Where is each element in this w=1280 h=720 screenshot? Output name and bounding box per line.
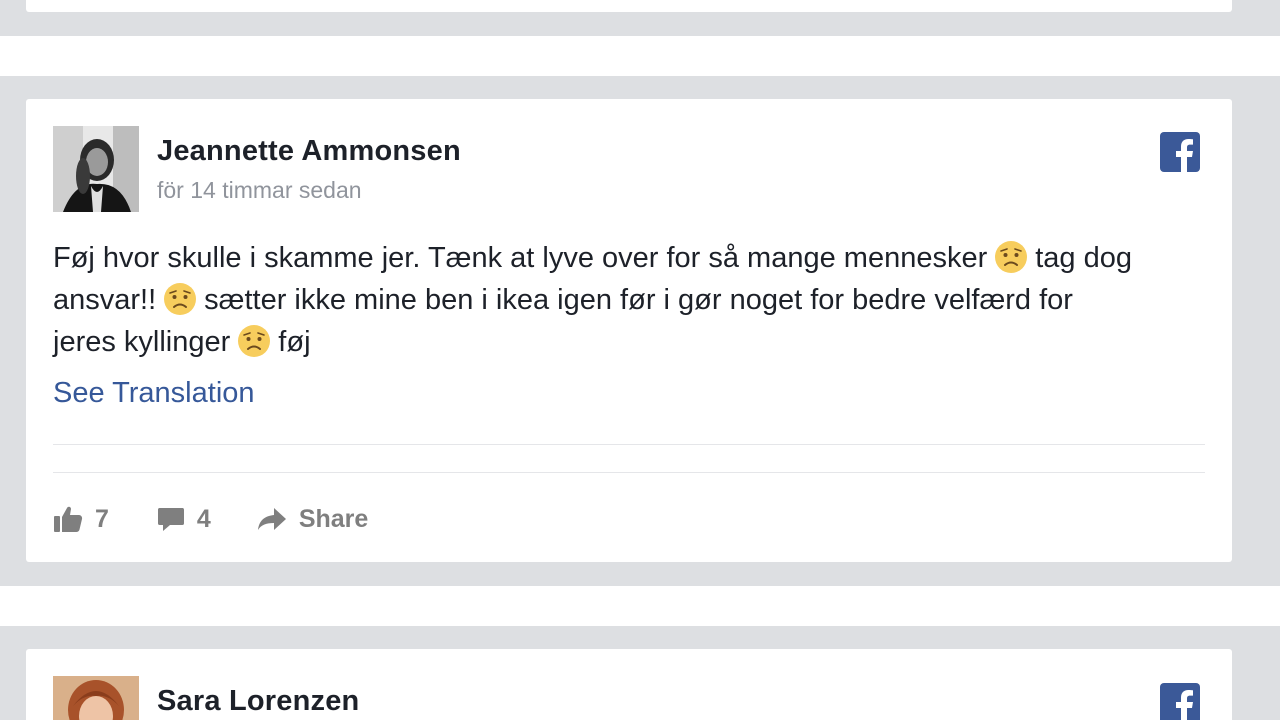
post-text-line-3: jeres kyllinger føj bbox=[53, 321, 1223, 363]
post-author-name[interactable]: Jeannette Ammonsen bbox=[157, 135, 461, 168]
thumbs-up-icon bbox=[53, 505, 83, 533]
facebook-logo-icon[interactable] bbox=[1160, 683, 1200, 720]
post-text-segment: sætter ikke mine ben i ikea igen før i g… bbox=[204, 284, 1073, 316]
post-text-segment: ansvar!! bbox=[53, 284, 157, 316]
worried-face-emoji-icon bbox=[236, 323, 272, 359]
worried-face-emoji-icon bbox=[162, 281, 198, 317]
next-post-card: Sara Lorenzen bbox=[26, 649, 1232, 720]
divider bbox=[53, 444, 1205, 445]
post-author-name[interactable]: Sara Lorenzen bbox=[157, 685, 359, 718]
like-button[interactable]: 7 bbox=[53, 505, 109, 534]
previous-post-card bbox=[26, 0, 1232, 12]
comment-bubble-icon bbox=[157, 505, 185, 533]
post-text-segment: tag dog bbox=[1035, 242, 1133, 274]
like-count: 7 bbox=[95, 504, 109, 533]
post-card: Jeannette Ammonsen för 14 timmar sedan F… bbox=[26, 99, 1232, 562]
avatar[interactable] bbox=[53, 126, 139, 212]
post-text-segment: jeres kyllinger bbox=[53, 326, 231, 358]
comment-count: 4 bbox=[196, 504, 211, 533]
divider bbox=[53, 472, 1205, 473]
post-timestamp[interactable]: för 14 timmar sedan bbox=[157, 177, 362, 204]
comment-button[interactable]: 4 bbox=[157, 505, 211, 534]
post-text-line-2: ansvar!! sætter ikke mine ben i ikea igen… bbox=[53, 279, 1223, 321]
post-text: Føj hvor skulle i skamme jer. Tænk at ly… bbox=[53, 237, 1223, 363]
avatar[interactable] bbox=[53, 676, 139, 720]
post-text-segment: Føj hvor skulle i skamme jer. Tænk at ly… bbox=[53, 242, 988, 274]
post-text-line-1: Føj hvor skulle i skamme jer. Tænk at ly… bbox=[53, 237, 1223, 279]
share-arrow-icon bbox=[257, 506, 287, 532]
share-label: Share bbox=[298, 504, 369, 533]
worried-face-emoji-icon bbox=[993, 239, 1029, 275]
post-actions: 7 4 Share bbox=[53, 499, 368, 539]
facebook-logo-icon[interactable] bbox=[1160, 132, 1200, 172]
share-button[interactable]: Share bbox=[257, 505, 368, 534]
post-text-segment: føj bbox=[278, 326, 311, 358]
see-translation-link[interactable]: See Translation bbox=[53, 377, 255, 410]
